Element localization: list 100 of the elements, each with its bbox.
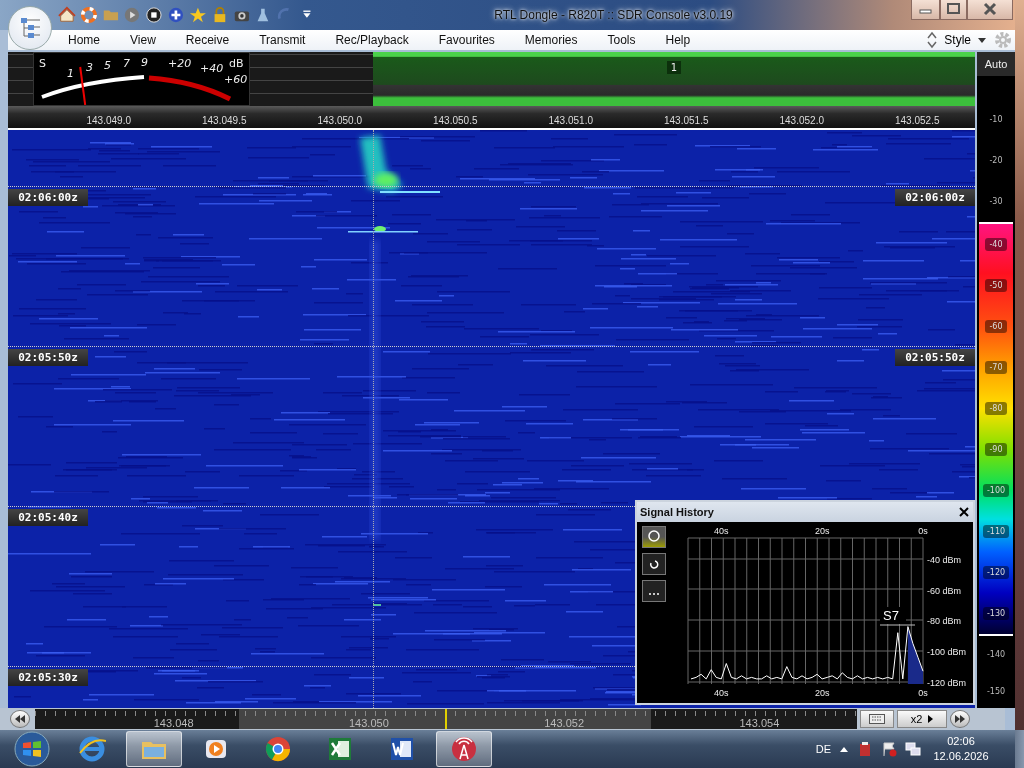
axis-label: -60 dBm (927, 585, 961, 596)
frequency-label: 143.050 (348, 717, 390, 729)
menu-item[interactable]: View (115, 33, 171, 47)
level-label: -50 (985, 279, 1007, 292)
radio-tower-icon (450, 735, 478, 763)
plus-icon[interactable] (167, 6, 185, 24)
scale-label: +40 (200, 62, 224, 75)
scale-label: 5 (104, 59, 111, 72)
flag-icon[interactable] (881, 741, 897, 757)
level-label: -10 (989, 115, 1003, 124)
frequency-label: 143.051.0 (547, 115, 594, 126)
axis-label: -40 dBm (927, 554, 961, 565)
scale-label: 1 (67, 67, 74, 80)
level-label: -80 (985, 402, 1007, 415)
axis-label: 40s (714, 688, 729, 698)
device-icon[interactable] (857, 741, 873, 757)
scale-label: +60 (224, 73, 248, 86)
channel-label: 1 (666, 61, 682, 74)
axis-label: 20s (814, 688, 830, 698)
menu-item[interactable]: Home (68, 33, 115, 47)
start-button[interactable] (13, 731, 51, 767)
axis-label: 40s (714, 526, 729, 536)
fast-forward-icon (955, 715, 965, 723)
keyboard-icon (869, 714, 885, 724)
level-label: -110 (982, 525, 1010, 538)
browser-icon (78, 735, 106, 763)
style-menu[interactable]: Style (944, 33, 971, 47)
scale-label: 7 (123, 57, 130, 70)
close-icon[interactable] (959, 507, 969, 517)
time-label: 02:05:40z (8, 509, 88, 526)
refresh-button[interactable] (642, 553, 666, 575)
spinner-icon[interactable] (926, 31, 939, 49)
level-label: -20 (989, 156, 1003, 165)
level-label: -100 (982, 484, 1010, 497)
axis-label: 20s (814, 526, 830, 536)
menu-item[interactable]: Tools (592, 33, 651, 47)
frequency-label: 143.050.0 (316, 115, 363, 126)
keyboard-button[interactable] (860, 710, 894, 728)
level-label: -120 (982, 566, 1010, 579)
axis-label: 0s (918, 526, 928, 536)
scroll-right-button[interactable] (950, 710, 970, 728)
level-label: -70 (985, 361, 1007, 374)
frequency-label: 143.052 (543, 717, 585, 729)
tree-icon (19, 16, 41, 40)
rewind-icon (15, 715, 25, 723)
frequency-label: 143.051.5 (663, 115, 710, 126)
time-label: 02:06:00z (895, 189, 975, 206)
time-label: 02:05:30z (8, 669, 88, 686)
lifebuoy-icon[interactable] (79, 6, 98, 24)
chrome-icon (264, 735, 292, 763)
frequency-label: 143.052.5 (894, 115, 941, 126)
frequency-label: 143.054 (738, 717, 781, 729)
menu-item[interactable]: Help (650, 33, 706, 47)
minimize-button[interactable] (911, 0, 940, 20)
menu-item[interactable]: Memories (509, 33, 593, 47)
level-label: -30 (989, 197, 1003, 206)
signal-burst (348, 226, 418, 233)
scroll-left-button[interactable] (10, 710, 30, 728)
maximize-button[interactable] (940, 0, 967, 20)
window-title: RTL Dongle - R820T :: SDR Console v3.0.19 (493, 8, 734, 22)
frequency-label: 143.048 (152, 717, 195, 729)
more-button[interactable] (642, 580, 666, 602)
time-label: 02:05:50z (8, 349, 88, 366)
level-label: -40 (985, 238, 1007, 251)
menu-item[interactable]: Rec/Playback (320, 33, 424, 47)
auto-button[interactable]: Auto (977, 52, 1015, 76)
taskbar-button[interactable] (436, 731, 492, 767)
caret-icon (928, 715, 934, 723)
clock-date[interactable]: 12.06.2026 (933, 749, 989, 764)
network-icon[interactable] (905, 741, 921, 757)
record-button[interactable] (642, 526, 666, 548)
spreadsheet-icon (326, 735, 354, 763)
level-label: -90 (985, 443, 1007, 456)
level-label: -150 (986, 687, 1006, 696)
frequency-label: 143.049.5 (201, 115, 248, 126)
scale-label: 9 (141, 56, 148, 69)
menu-item[interactable]: Transmit (244, 33, 321, 47)
axis-label: -120 dBm (927, 678, 967, 688)
axis-label: 0s (918, 688, 928, 698)
level-label: -140 (986, 650, 1006, 659)
document-icon (388, 735, 416, 763)
peak-line (879, 624, 916, 626)
show-hidden-icons-icon[interactable] (839, 745, 849, 753)
language-indicator[interactable]: DE (815, 743, 831, 755)
frequency-label: 143.052.0 (778, 115, 825, 126)
scale-label: +20 (168, 57, 192, 70)
scale-label: 3 (86, 61, 93, 74)
star-icon[interactable] (188, 6, 207, 24)
zoom-button[interactable]: x2 (897, 710, 947, 728)
home-icon[interactable] (58, 6, 76, 24)
menu-item[interactable]: Favourites (423, 33, 510, 47)
stop-icon[interactable] (145, 6, 164, 24)
close-button[interactable] (967, 0, 1013, 20)
db-unit-label: dB (229, 57, 244, 70)
channel-band[interactable]: 1 (373, 52, 975, 106)
menu-item[interactable]: Receive (170, 33, 245, 47)
frequency-ruler[interactable]: 143.048 143.050 143.052 143.054 (35, 709, 857, 729)
caret-icon[interactable] (977, 36, 987, 44)
panel-title: Signal History (640, 506, 714, 518)
clock-time[interactable]: 02:06 (947, 734, 975, 749)
